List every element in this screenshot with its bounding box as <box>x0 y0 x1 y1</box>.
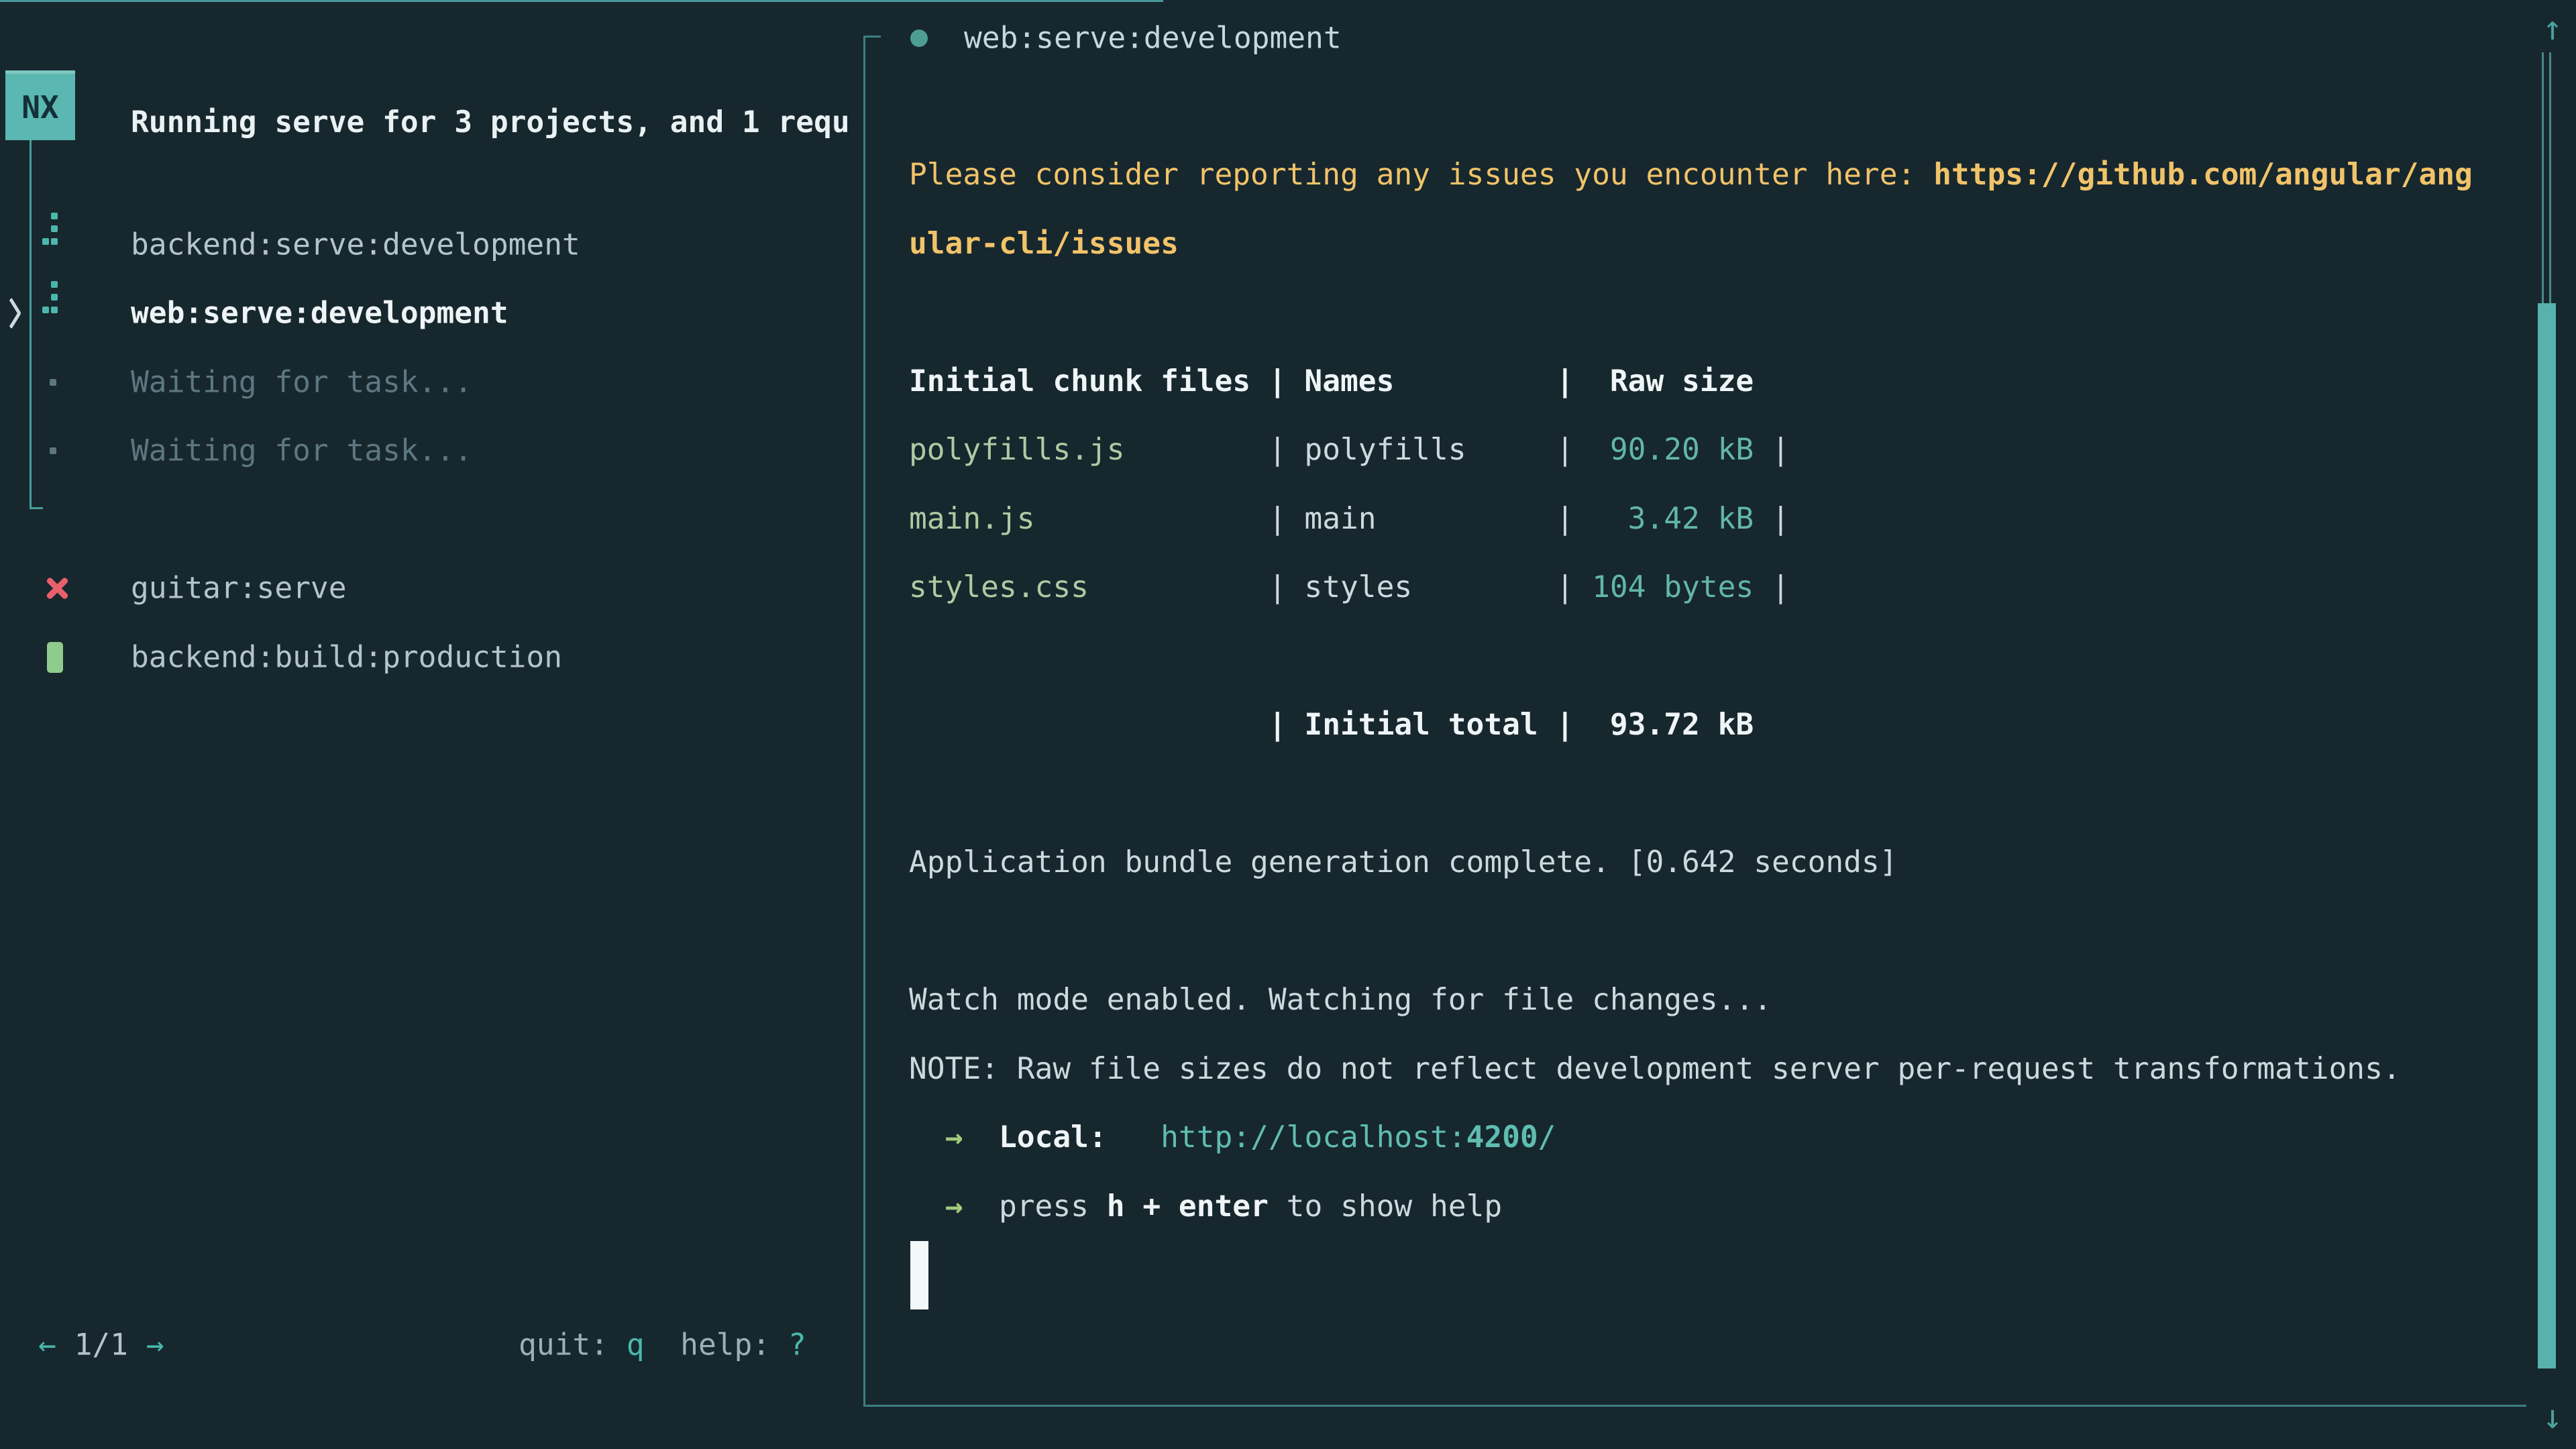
terminal-line: Please consider reporting any issues you… <box>909 141 2473 210</box>
terminal-text: → <box>945 1189 963 1224</box>
terminal-text: | Initial total | 93.72 kB <box>909 708 1754 742</box>
terminal-text: | <box>1412 570 1592 604</box>
terminal-line: | Initial total | 93.72 kB <box>909 691 2473 760</box>
terminal-text <box>1107 1120 1161 1155</box>
terminal-text: 3.42 kB <box>1592 502 1754 536</box>
terminal-line: ular-cli/issues <box>909 210 2473 279</box>
selected-chevron-icon <box>1 297 21 329</box>
next-page-arrow-icon[interactable]: → <box>146 1328 164 1362</box>
terminal-text: main.js <box>909 502 1035 536</box>
terminal-line <box>909 623 2473 692</box>
failed-x-icon <box>44 576 70 601</box>
panel-border <box>863 1405 2526 1407</box>
terminal-text: enter <box>1179 1189 1269 1224</box>
scrollbar-up-arrow-icon[interactable]: ↑ <box>2536 9 2569 48</box>
help-shortcut-key: ? <box>788 1328 806 1362</box>
terminal-text: | <box>1754 433 1790 467</box>
panel-border <box>863 36 865 1407</box>
terminal-cursor <box>910 1241 928 1309</box>
sidebar-title: Running serve for 3 projects, and 1 requ <box>131 105 861 140</box>
page-indicator: ← 1/1 → <box>38 1328 164 1362</box>
terminal-line <box>909 72 2473 142</box>
terminal-line <box>909 3 2473 72</box>
waiting-dot-icon <box>50 447 56 454</box>
task-label: Waiting for task... <box>131 434 472 468</box>
task-label: backend:build:production <box>131 641 562 675</box>
waiting-dot-icon <box>50 379 56 386</box>
terminal-text: | <box>1754 502 1790 536</box>
terminal-text: Application bundle generation complete. … <box>909 845 1898 879</box>
terminal-text: styles.css <box>909 570 1089 604</box>
terminal-text: Please consider reporting any issues you… <box>909 158 1933 192</box>
keyboard-shortcuts: quit: q help: ? <box>519 1328 806 1362</box>
terminal-text: styles <box>1304 570 1412 604</box>
help-shortcut-label: help: <box>680 1328 770 1362</box>
terminal-line: styles.css | styles | 104 bytes | <box>909 553 2473 623</box>
terminal-line <box>909 898 2473 967</box>
quit-shortcut-label: quit: <box>519 1328 608 1362</box>
terminal-output: Please consider reporting any issues you… <box>909 3 2473 1241</box>
terminal-line: Application bundle generation complete. … <box>909 828 2473 898</box>
github-issues-link[interactable]: ular-cli/issues <box>909 227 1179 261</box>
terminal-text: Local: <box>999 1120 1107 1155</box>
terminal-text <box>1125 1189 1143 1224</box>
task-label: web:serve:development <box>131 297 508 331</box>
terminal-text <box>963 1120 999 1155</box>
terminal-text: polyfills <box>1304 433 1466 467</box>
spinner-icon <box>42 213 58 245</box>
terminal-text: 104 bytes <box>1592 570 1754 604</box>
success-square-icon <box>47 642 63 673</box>
nx-logo-badge: NX <box>5 70 75 140</box>
scrollbar-down-arrow-icon[interactable]: ↓ <box>2536 1397 2569 1436</box>
terminal-text: h <box>1107 1189 1125 1224</box>
terminal-text <box>909 1120 945 1155</box>
terminal-text: → <box>945 1120 963 1155</box>
page-count: 1/1 <box>74 1328 128 1362</box>
github-issues-link[interactable]: https://github.com/angular/ang <box>1933 158 2473 192</box>
terminal-text: | <box>1035 502 1305 536</box>
terminal-text <box>1161 1189 1179 1224</box>
terminal-text: | <box>1089 570 1305 604</box>
panel-border <box>863 36 881 38</box>
terminal-text: 90.20 kB <box>1592 433 1754 467</box>
scrollbar-thumb[interactable] <box>2538 303 2556 1368</box>
terminal-text: + <box>1142 1189 1161 1224</box>
terminal-line: polyfills.js | polyfills | 90.20 kB | <box>909 416 2473 485</box>
task-label: guitar:serve <box>131 572 347 606</box>
terminal-line: → Local: http://localhost:4200/ <box>909 1104 2473 1173</box>
nx-terminal-window: NX Running serve for 3 projects, and 1 r… <box>0 0 2576 2</box>
terminal-text <box>909 1189 945 1224</box>
terminal-line <box>909 760 2473 829</box>
terminal-text: main <box>1304 502 1376 536</box>
task-tree-line <box>30 140 32 508</box>
terminal-text: polyfills.js <box>909 433 1125 467</box>
terminal-line: Initial chunk files | Names | Raw size <box>909 347 2473 417</box>
spinner-icon <box>42 281 58 313</box>
terminal-text: to show help <box>1269 1189 1502 1224</box>
task-tree-line-corner <box>30 507 43 509</box>
terminal-text: | <box>1125 433 1305 467</box>
terminal-text: | <box>1377 502 1593 536</box>
task-label: backend:serve:development <box>131 228 580 262</box>
terminal-line: → press h + enter to show help <box>909 1173 2473 1242</box>
task-label: Waiting for task... <box>131 366 472 400</box>
prev-page-arrow-icon[interactable]: ← <box>38 1328 56 1362</box>
quit-shortcut-key: q <box>627 1328 645 1362</box>
terminal-text: press <box>963 1189 1106 1224</box>
task-sidebar: NX Running serve for 3 projects, and 1 r… <box>0 0 862 1449</box>
terminal-line: NOTE: Raw file sizes do not reflect deve… <box>909 1035 2473 1104</box>
terminal-line: Watch mode enabled. Watching for file ch… <box>909 966 2473 1035</box>
nx-logo-text: NX <box>21 89 58 125</box>
terminal-text: NOTE: Raw file sizes do not reflect deve… <box>909 1052 2401 1086</box>
local-url-link[interactable]: 4200 <box>1466 1120 1538 1155</box>
terminal-text: | <box>1466 433 1593 467</box>
terminal-text: Watch mode enabled. Watching for file ch… <box>909 983 1772 1017</box>
terminal-line <box>909 278 2473 347</box>
terminal-line: main.js | main | 3.42 kB | <box>909 485 2473 554</box>
local-url-link[interactable]: http://localhost: <box>1161 1120 1466 1155</box>
terminal-text: Initial chunk files | Names | Raw size <box>909 364 1754 398</box>
local-url-link[interactable]: / <box>1538 1120 1556 1155</box>
terminal-text: | <box>1754 570 1790 604</box>
